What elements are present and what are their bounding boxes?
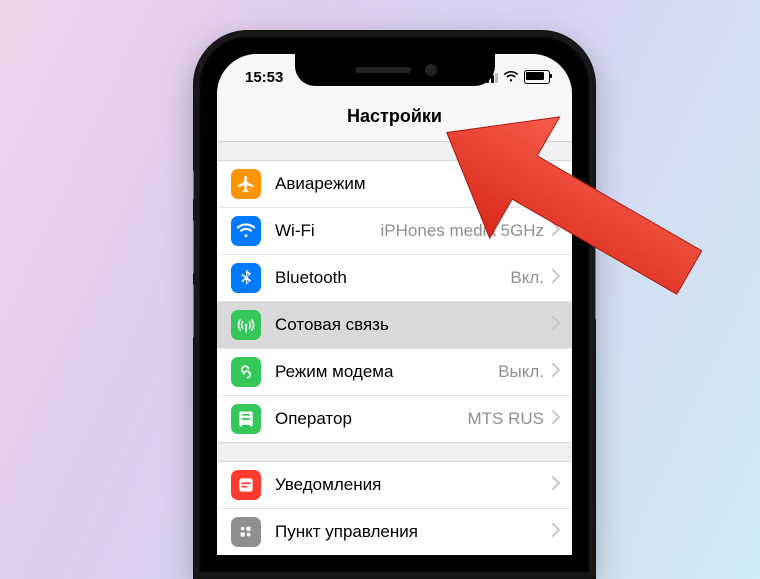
carrier-icon (231, 404, 261, 434)
battery-icon (524, 70, 550, 84)
row-label: Уведомления (275, 475, 381, 495)
hotspot-icon (231, 357, 261, 387)
wifi-icon (231, 216, 261, 246)
chevron-right-icon (552, 316, 560, 335)
row-value: Выкл. (498, 362, 544, 382)
cellular-icon (231, 310, 261, 340)
chevron-right-icon (552, 476, 560, 495)
row-label: Wi-Fi (275, 221, 315, 241)
chevron-right-icon (552, 269, 560, 288)
chevron-right-icon (552, 222, 560, 241)
row-label: Авиарежим (275, 174, 366, 194)
row-label: Bluetooth (275, 268, 347, 288)
row-value: Вкл. (510, 268, 544, 288)
settings-row-wifi[interactable]: Wi-Fi iPHones media 5GHz (217, 208, 572, 255)
status-time: 15:53 (245, 69, 283, 86)
settings-row-bluetooth[interactable]: Bluetooth Вкл. (217, 255, 572, 302)
settings-row-airplane[interactable]: Авиарежим (217, 161, 572, 208)
row-value: iPHones media 5GHz (381, 221, 544, 241)
chevron-right-icon (552, 363, 560, 382)
page-title: Настройки (217, 100, 572, 142)
row-label: Пункт управления (275, 522, 418, 542)
settings-row-carrier[interactable]: Оператор MTS RUS (217, 396, 572, 442)
row-label: Сотовая связь (275, 315, 389, 335)
chevron-right-icon (552, 523, 560, 542)
settings-group: Авиарежим Wi-Fi iPHones media 5GHz Bluetoot… (217, 160, 572, 443)
bluetooth-icon (231, 263, 261, 293)
screen: 15:53 Настройки Авиарежим Wi-Fi iPHones me… (217, 54, 572, 555)
settings-row-controlcenter[interactable]: Пункт управления (217, 509, 572, 555)
notifications-icon (231, 470, 261, 500)
notch (295, 54, 495, 86)
toggle-airplane[interactable] (508, 168, 560, 200)
settings-row-cellular[interactable]: Сотовая связь (217, 302, 572, 349)
row-label: Режим модема (275, 362, 393, 382)
wifi-status-icon (503, 71, 519, 83)
row-value: MTS RUS (468, 409, 545, 429)
phone-frame: 15:53 Настройки Авиарежим Wi-Fi iPHones me… (193, 30, 596, 579)
settings-row-hotspot[interactable]: Режим модема Выкл. (217, 349, 572, 396)
settings-row-notifications[interactable]: Уведомления (217, 462, 572, 509)
airplane-icon (231, 169, 261, 199)
settings-group: УведомленияПункт управленияНе беспокоить (217, 461, 572, 555)
control-center-icon (231, 517, 261, 547)
row-label: Оператор (275, 409, 352, 429)
chevron-right-icon (552, 410, 560, 429)
